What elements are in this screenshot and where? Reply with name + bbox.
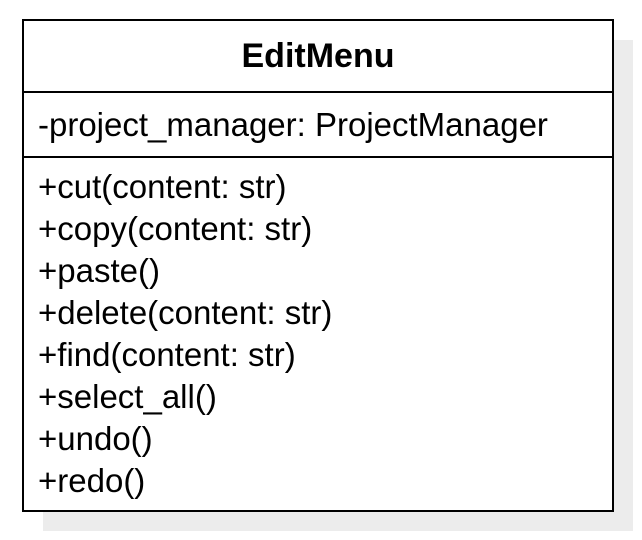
uml-class-box[interactable]: EditMenu -project_manager: ProjectManage… [22, 19, 614, 512]
method-redo: +redo() [38, 462, 146, 499]
diagram-canvas: EditMenu -project_manager: ProjectManage… [0, 0, 642, 540]
method-find: +find(content: str) [38, 336, 296, 373]
attributes-compartment: -project_manager: ProjectManager [24, 93, 612, 158]
method-copy: +copy(content: str) [38, 210, 313, 247]
method-paste: +paste() [38, 252, 160, 289]
methods-compartment: +cut(content: str) +copy(content: str) +… [24, 158, 612, 502]
attribute-project-manager: -project_manager: ProjectManager [38, 105, 548, 143]
method-cut: +cut(content: str) [38, 168, 287, 205]
method-select-all: +select_all() [38, 378, 217, 415]
method-undo: +undo() [38, 420, 153, 457]
class-name: EditMenu [24, 21, 612, 93]
method-delete: +delete(content: str) [38, 294, 333, 331]
